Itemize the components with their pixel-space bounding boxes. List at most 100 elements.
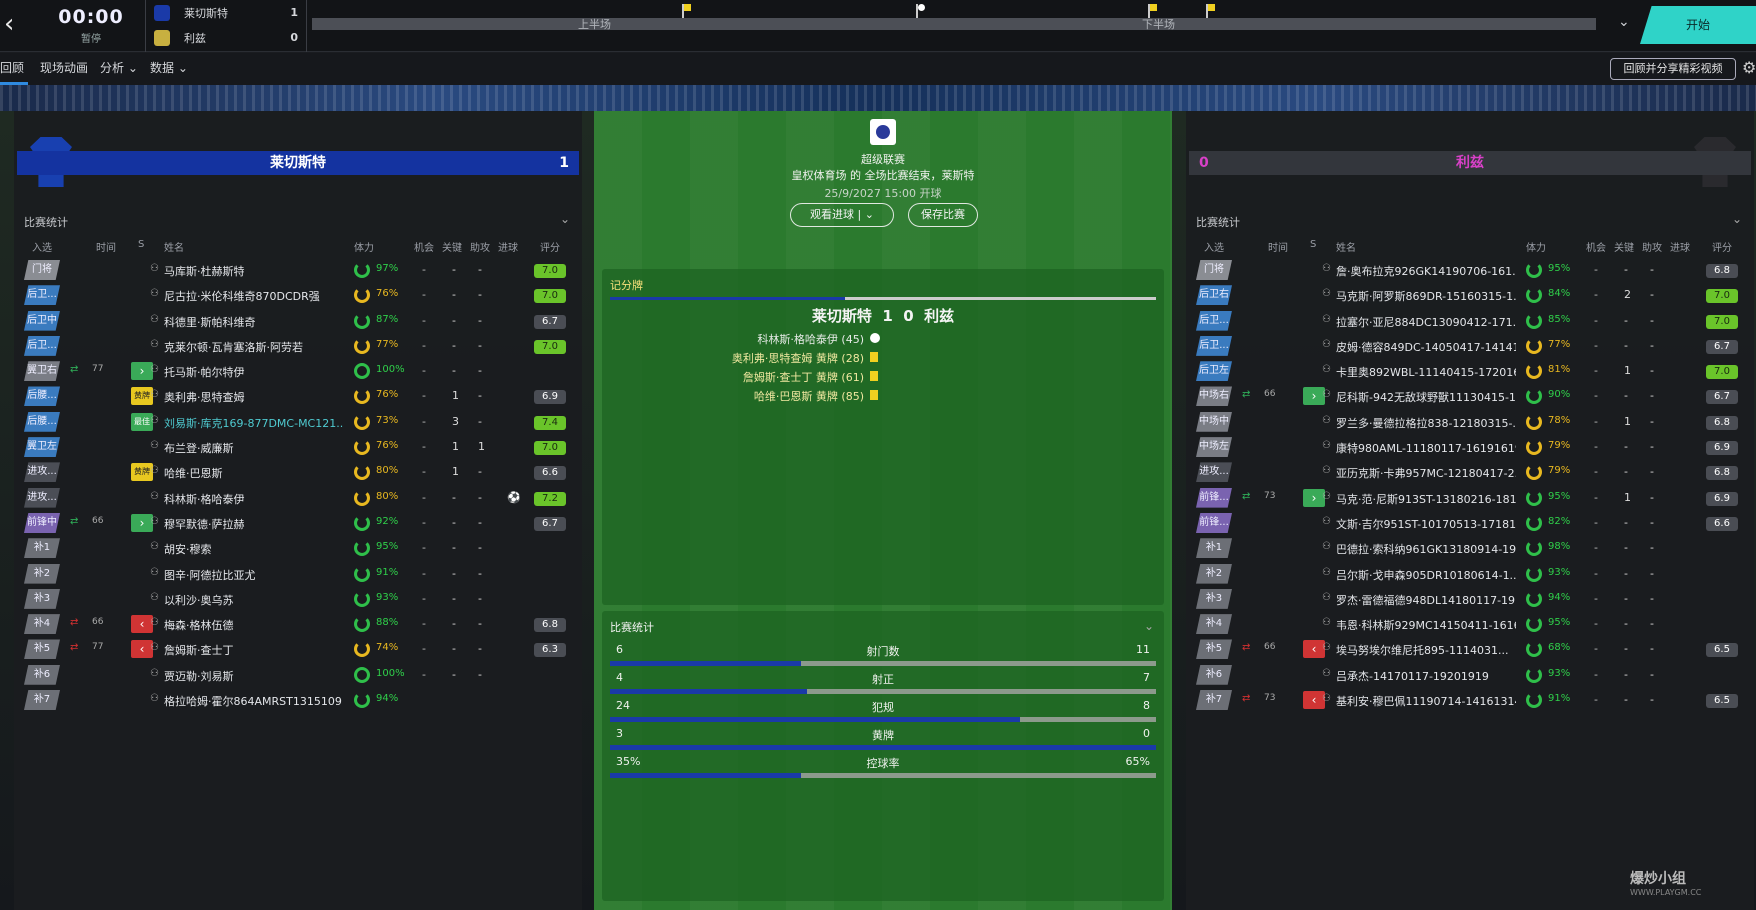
player-name[interactable]: 托马斯·帕尔特伊	[164, 364, 344, 380]
player-name[interactable]: 卡里奥892WBL-11140415-17201617	[1336, 364, 1516, 380]
position-tag[interactable]: 翼卫右	[24, 361, 60, 382]
player-name[interactable]: 以利沙·奥乌苏	[164, 592, 344, 608]
player-name[interactable]: 哈维·巴恩斯	[164, 465, 344, 481]
player-name[interactable]: 巴德拉·索科纳961GK13180914-19...	[1336, 541, 1516, 557]
col-s[interactable]: S	[138, 239, 144, 250]
player-name[interactable]: 詹·奥布拉克926GK14190706-161...	[1336, 263, 1516, 279]
col-s[interactable]: S	[1310, 239, 1316, 250]
player-name[interactable]: 韦恩·科林斯929MC14150411-1616...	[1336, 617, 1516, 633]
table-row[interactable]: 补7 ⇄ 73 ‹ ⚇ 基利安·穆巴佩11190714-14161314 91% - - -6.5	[1186, 688, 1754, 713]
col-rating[interactable]: 评分	[540, 239, 560, 254]
position-tag[interactable]: 后腰...	[24, 411, 60, 432]
position-tag[interactable]: 后卫...	[24, 285, 60, 306]
col-goals[interactable]: 进球	[1670, 239, 1690, 254]
replay-share-button[interactable]: 回顾并分享精彩视频	[1610, 58, 1736, 80]
table-row[interactable]: 前锋... ⇄ 73 › ⚇ 马克·范·尼斯913ST-13180216-181... 95…	[1186, 486, 1754, 511]
position-tag[interactable]: 翼卫左	[24, 437, 60, 458]
col-stamina[interactable]: 体力	[354, 239, 374, 254]
table-row[interactable]: 中场中 ⚇ 罗兰多·曼德拉格拉838-12180315-... 78% - 1 - 6.8	[1186, 410, 1754, 435]
player-name[interactable]: 基利安·穆巴佩11190714-14161314	[1336, 693, 1516, 709]
player-name[interactable]: 克莱尔顿·瓦肯塞洛斯·阿劳若	[164, 339, 344, 355]
col-key[interactable]: 关键	[1614, 239, 1634, 254]
player-name[interactable]: 尼古拉·米伦科维奇870DCDR强	[164, 288, 344, 304]
position-tag[interactable]: 进攻...	[24, 462, 60, 483]
table-row[interactable]: 后卫右 ⚇ 马克斯·阿罗斯869DR-15160315-1... 84% - 2 - 7.0	[1186, 283, 1754, 308]
table-row[interactable]: 门将 ⚇ 马库斯·杜赫斯特 97% - - - 7.0	[14, 258, 582, 283]
position-tag[interactable]: 补4	[24, 614, 60, 635]
position-tag[interactable]: 补7	[24, 690, 60, 711]
table-row[interactable]: 补5 ⇄ 66 ‹ ⚇ 埃马努埃尔维尼托895-1114031... 68% - - -6.5	[1186, 637, 1754, 662]
table-row[interactable]: 前锋中 ⇄ 66 › ⚇ 穆罕默德·萨拉赫 92% - - -6.7	[14, 511, 582, 536]
col-assists[interactable]: 助攻	[1642, 239, 1662, 254]
table-row[interactable]: 进攻... 黄牌 ⚇ 哈维·巴恩斯 80% -1-6.6	[14, 460, 582, 485]
table-row[interactable]: 翼卫左 ⚇ 布兰登·威廉斯 76% - 1 1 7.0	[14, 435, 582, 460]
position-tag[interactable]: 门将	[24, 260, 60, 280]
col-stamina[interactable]: 体力	[1526, 239, 1546, 254]
event-flag-icon[interactable]	[1148, 4, 1157, 18]
table-row[interactable]: 补7 ⚇ 格拉哈姆·霍尔864AMRST1315109 94%	[14, 688, 582, 713]
player-name[interactable]: 罗杰·雷德福德948DL14180117-19...	[1336, 592, 1516, 608]
player-name[interactable]: 吕尔斯·戈申森905DR10180614-1...	[1336, 567, 1516, 583]
position-tag[interactable]: 补5	[1196, 639, 1232, 660]
col-name[interactable]: 姓名	[1336, 239, 1356, 254]
position-tag[interactable]: 补1	[1196, 538, 1232, 559]
table-row[interactable]: 补3 ⚇ 以利沙·奥乌苏 93% - - -	[14, 587, 582, 612]
player-name[interactable]: 罗兰多·曼德拉格拉838-12180315-...	[1336, 415, 1516, 431]
position-tag[interactable]: 进攻...	[1196, 462, 1232, 483]
position-tag[interactable]: 补5	[24, 639, 60, 660]
col-time[interactable]: 时间	[96, 239, 116, 254]
player-name[interactable]: 图辛·阿德拉比亚尤	[164, 567, 344, 583]
col-key[interactable]: 关键	[442, 239, 462, 254]
table-row[interactable]: 后卫... ⚇ 皮姆·德容849DC-14050417-14141... 77% - - -…	[1186, 334, 1754, 359]
gear-icon[interactable]: ⚙	[1742, 58, 1756, 77]
table-row[interactable]: 进攻... ⚇ 亚历克斯·卡弗957MC-12180417-2... 79% - - - 6.…	[1186, 460, 1754, 485]
table-row[interactable]: 后卫中 ⚇ 科德里·斯帕科维奇 87% - - - 6.7	[14, 309, 582, 334]
table-row[interactable]: 补1 ⚇ 胡安·穆索 95% - - -	[14, 536, 582, 561]
table-row[interactable]: 补6 ⚇ 贾迈勒·刘易斯 100% - - -	[14, 663, 582, 688]
table-row[interactable]: 中场右 ⇄ 66 › ⚇ 尼科斯-942无敌球野獸11130415-1... 90% - - -6…	[1186, 384, 1754, 409]
table-row[interactable]: 门将 ⚇ 詹·奥布拉克926GK14190706-161... 95% - - - 6.8	[1186, 258, 1754, 283]
player-name[interactable]: 布兰登·威廉斯	[164, 440, 344, 456]
col-selected[interactable]: 入选	[32, 239, 52, 254]
player-name[interactable]: 詹姆斯·查士丁	[164, 642, 344, 658]
tab-analysis[interactable]: 分析 ⌄	[100, 53, 138, 85]
player-name[interactable]: 科德里·斯帕科维奇	[164, 314, 344, 330]
col-assists[interactable]: 助攻	[470, 239, 490, 254]
position-tag[interactable]: 后卫...	[1196, 335, 1232, 356]
position-tag[interactable]: 补6	[24, 664, 60, 685]
position-tag[interactable]: 前锋...	[1196, 487, 1232, 508]
position-tag[interactable]: 补1	[24, 538, 60, 559]
table-row[interactable]: 补1 ⚇ 巴德拉·索科纳961GK13180914-19... 98% - - -	[1186, 536, 1754, 561]
table-row[interactable]: 后卫... ⚇ 拉塞尔·亚尼884DC13090412-171... 85% - - - 7.…	[1186, 309, 1754, 334]
position-tag[interactable]: 补2	[1196, 563, 1232, 584]
player-name[interactable]: 皮姆·德容849DC-14050417-14141...	[1336, 339, 1516, 355]
player-name[interactable]: 梅森·格林伍德	[164, 617, 344, 633]
position-tag[interactable]: 补3	[1196, 588, 1232, 609]
player-name[interactable]: 马库斯·杜赫斯特	[164, 263, 344, 279]
position-tag[interactable]: 进攻...	[24, 487, 60, 508]
position-tag[interactable]: 中场右	[1196, 386, 1232, 407]
chevron-down-icon[interactable]: ⌄	[1732, 212, 1742, 226]
position-tag[interactable]: 中场中	[1196, 411, 1232, 432]
event-flag-icon[interactable]	[1206, 4, 1215, 18]
position-tag[interactable]: 补7	[1196, 690, 1232, 711]
player-name[interactable]: 奥利弗·思特查姆	[164, 389, 344, 405]
table-row[interactable]: 补4 ⇄ 66 ‹ ⚇ 梅森·格林伍德 88% - - -6.8	[14, 612, 582, 637]
position-tag[interactable]: 补6	[1196, 664, 1232, 685]
chevron-down-icon[interactable]: ⌄	[560, 212, 570, 226]
position-tag[interactable]: 门将	[1196, 260, 1232, 280]
table-row[interactable]: 后腰... 黄牌 ⚇ 奥利弗·思特查姆 76% -1-6.9	[14, 384, 582, 409]
col-time[interactable]: 时间	[1268, 239, 1288, 254]
position-tag[interactable]: 后卫右	[1196, 285, 1232, 306]
player-name[interactable]: 文斯·吉尔951ST-10170513-17181819	[1336, 516, 1516, 532]
position-tag[interactable]: 中场左	[1196, 437, 1232, 458]
tab-live-animation[interactable]: 现场动画	[40, 53, 88, 85]
save-match-button[interactable]: 保存比赛	[908, 203, 978, 227]
player-name[interactable]: 吕承杰-14170117-19201919	[1336, 668, 1516, 684]
position-tag[interactable]: 后卫中	[24, 310, 60, 331]
player-name[interactable]: 马克斯·阿罗斯869DR-15160315-1...	[1336, 288, 1516, 304]
table-row[interactable]: 补2 ⚇ 吕尔斯·戈申森905DR10180614-1... 93% - - -	[1186, 562, 1754, 587]
table-row[interactable]: 补3 ⚇ 罗杰·雷德福德948DL14180117-19... 94% - - -	[1186, 587, 1754, 612]
match-timeline[interactable]: 上半场 下半场	[312, 4, 1596, 31]
table-row[interactable]: 后卫左 ⚇ 卡里奥892WBL-11140415-17201617 81% - 1 - 7.0	[1186, 359, 1754, 384]
